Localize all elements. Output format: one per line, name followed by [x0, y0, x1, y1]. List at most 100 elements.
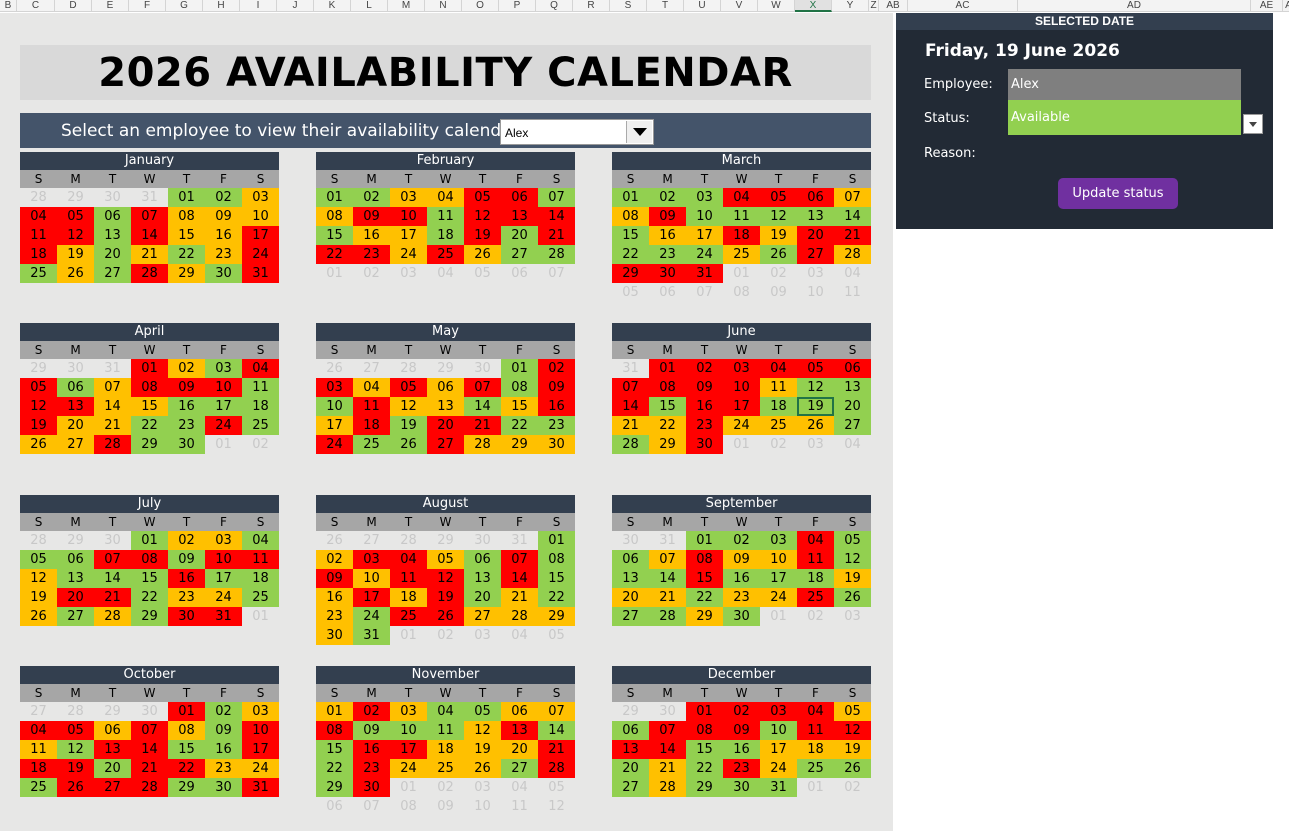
day-cell[interactable]: 22: [316, 759, 353, 778]
column-header-x[interactable]: X: [795, 0, 832, 12]
day-cell[interactable]: 09: [168, 378, 205, 397]
day-cell[interactable]: 02: [538, 359, 575, 378]
day-cell[interactable]: 29: [316, 778, 353, 797]
day-cell[interactable]: 14: [94, 569, 131, 588]
day-cell[interactable]: 21: [538, 740, 575, 759]
status-dropdown-button[interactable]: [1243, 114, 1263, 134]
day-cell[interactable]: 18: [20, 245, 57, 264]
adjacent-month-day-cell[interactable]: 30: [464, 531, 501, 550]
day-cell[interactable]: 01: [538, 531, 575, 550]
day-cell[interactable]: 13: [94, 740, 131, 759]
day-cell[interactable]: 23: [649, 245, 686, 264]
day-cell[interactable]: 02: [205, 188, 242, 207]
day-cell[interactable]: 10: [242, 207, 279, 226]
adjacent-month-day-cell[interactable]: 12: [538, 797, 575, 816]
adjacent-month-day-cell[interactable]: 30: [464, 359, 501, 378]
day-cell[interactable]: 08: [612, 207, 649, 226]
day-cell[interactable]: 06: [464, 550, 501, 569]
adjacent-month-day-cell[interactable]: 30: [57, 359, 94, 378]
day-cell[interactable]: 19: [427, 588, 464, 607]
day-cell[interactable]: 16: [649, 226, 686, 245]
day-cell[interactable]: 19: [390, 416, 427, 435]
day-cell[interactable]: 03: [390, 702, 427, 721]
adjacent-month-day-cell[interactable]: 04: [834, 264, 871, 283]
adjacent-month-day-cell[interactable]: 02: [242, 435, 279, 454]
day-cell[interactable]: 20: [94, 759, 131, 778]
day-cell[interactable]: 29: [538, 607, 575, 626]
day-cell[interactable]: 14: [649, 740, 686, 759]
day-cell[interactable]: 07: [94, 550, 131, 569]
day-cell[interactable]: 23: [353, 245, 390, 264]
day-cell[interactable]: 22: [686, 759, 723, 778]
day-cell[interactable]: 05: [464, 188, 501, 207]
day-cell[interactable]: 07: [131, 721, 168, 740]
adjacent-month-day-cell[interactable]: 01: [316, 264, 353, 283]
day-cell[interactable]: 29: [686, 607, 723, 626]
adjacent-month-day-cell[interactable]: 29: [427, 531, 464, 550]
day-cell[interactable]: 04: [242, 359, 279, 378]
day-cell[interactable]: 12: [427, 569, 464, 588]
day-cell[interactable]: 30: [205, 264, 242, 283]
adjacent-month-day-cell[interactable]: 27: [353, 359, 390, 378]
column-header-o[interactable]: O: [462, 0, 499, 12]
adjacent-month-day-cell[interactable]: 03: [834, 607, 871, 626]
day-cell[interactable]: 05: [834, 702, 871, 721]
adjacent-month-day-cell[interactable]: 31: [131, 188, 168, 207]
day-cell[interactable]: 29: [612, 264, 649, 283]
day-cell[interactable]: 27: [501, 759, 538, 778]
day-cell[interactable]: 27: [94, 778, 131, 797]
day-cell[interactable]: 23: [723, 759, 760, 778]
day-cell[interactable]: 22: [501, 416, 538, 435]
column-header-n[interactable]: N: [425, 0, 462, 12]
day-cell[interactable]: 08: [686, 721, 723, 740]
day-cell[interactable]: 08: [501, 378, 538, 397]
day-cell[interactable]: 26: [57, 778, 94, 797]
day-cell[interactable]: 05: [464, 702, 501, 721]
day-cell[interactable]: 19: [797, 397, 834, 416]
day-cell[interactable]: 11: [20, 226, 57, 245]
day-cell[interactable]: 16: [723, 569, 760, 588]
day-cell[interactable]: 15: [649, 397, 686, 416]
day-cell[interactable]: 07: [131, 207, 168, 226]
day-cell[interactable]: 03: [760, 531, 797, 550]
day-cell[interactable]: 02: [168, 359, 205, 378]
day-cell[interactable]: 15: [501, 397, 538, 416]
day-cell[interactable]: 14: [464, 397, 501, 416]
day-cell[interactable]: 19: [464, 740, 501, 759]
day-cell[interactable]: 28: [501, 607, 538, 626]
day-cell[interactable]: 13: [427, 397, 464, 416]
day-cell[interactable]: 17: [205, 569, 242, 588]
day-cell[interactable]: 08: [131, 378, 168, 397]
column-header-ac[interactable]: AC: [908, 0, 1018, 12]
day-cell[interactable]: 15: [168, 740, 205, 759]
day-cell[interactable]: 19: [834, 569, 871, 588]
day-cell[interactable]: 12: [20, 569, 57, 588]
adjacent-month-day-cell[interactable]: 11: [834, 283, 871, 302]
day-cell[interactable]: 01: [316, 702, 353, 721]
adjacent-month-day-cell[interactable]: 08: [390, 797, 427, 816]
adjacent-month-day-cell[interactable]: 29: [427, 359, 464, 378]
day-cell[interactable]: 17: [316, 416, 353, 435]
day-cell[interactable]: 08: [538, 550, 575, 569]
day-cell[interactable]: 18: [760, 397, 797, 416]
day-cell[interactable]: 14: [612, 397, 649, 416]
day-cell[interactable]: 18: [353, 416, 390, 435]
adjacent-month-day-cell[interactable]: 01: [390, 626, 427, 645]
adjacent-month-day-cell[interactable]: 28: [390, 359, 427, 378]
adjacent-month-day-cell[interactable]: 28: [20, 188, 57, 207]
column-header-p[interactable]: P: [499, 0, 536, 12]
day-cell[interactable]: 17: [205, 397, 242, 416]
day-cell[interactable]: 04: [723, 188, 760, 207]
day-cell[interactable]: 22: [131, 588, 168, 607]
adjacent-month-day-cell[interactable]: 06: [649, 283, 686, 302]
day-cell[interactable]: 20: [501, 226, 538, 245]
adjacent-month-day-cell[interactable]: 01: [242, 607, 279, 626]
adjacent-month-day-cell[interactable]: 02: [353, 264, 390, 283]
adjacent-month-day-cell[interactable]: 06: [316, 797, 353, 816]
day-cell[interactable]: 30: [723, 607, 760, 626]
day-cell[interactable]: 14: [834, 207, 871, 226]
day-cell[interactable]: 04: [797, 702, 834, 721]
day-cell[interactable]: 23: [205, 245, 242, 264]
adjacent-month-day-cell[interactable]: 10: [797, 283, 834, 302]
day-cell[interactable]: 28: [649, 778, 686, 797]
